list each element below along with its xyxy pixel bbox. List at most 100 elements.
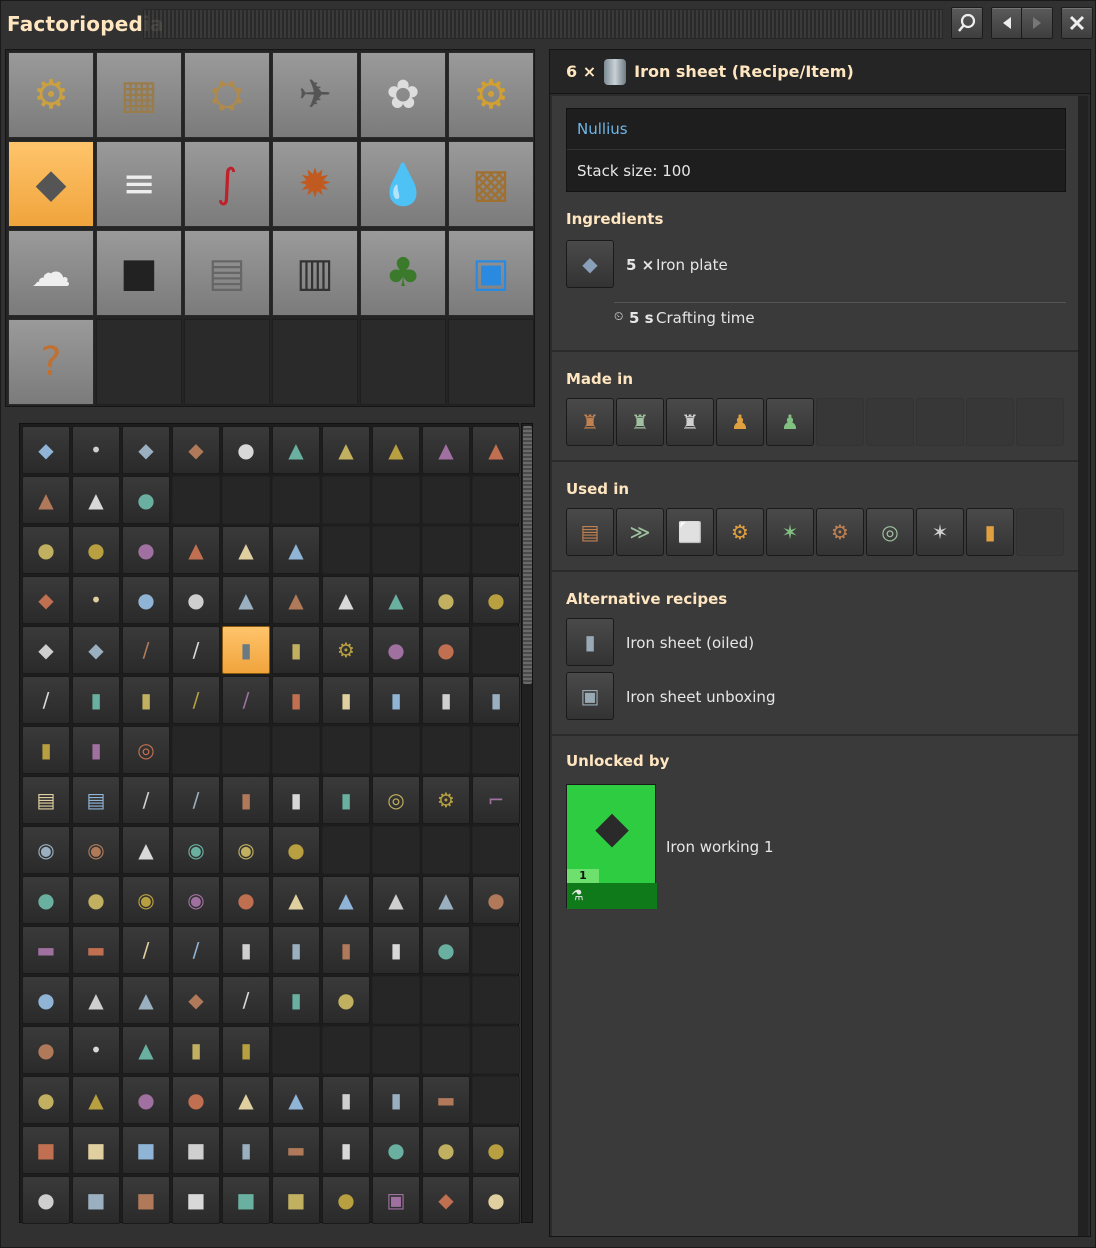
item-grid-scrollbar[interactable] bbox=[521, 423, 533, 1223]
item-slot[interactable]: ◆ bbox=[422, 1176, 470, 1224]
item-slot[interactable]: ● bbox=[122, 476, 170, 524]
item-slot[interactable]: ● bbox=[122, 576, 170, 624]
item-slot[interactable]: ● bbox=[72, 526, 120, 574]
category-tab-8[interactable]: ≡ bbox=[96, 141, 182, 227]
recipe-slot[interactable]: ⚙ bbox=[716, 508, 764, 556]
category-tab-11[interactable]: 💧 bbox=[360, 141, 446, 227]
item-slot[interactable]: ■ bbox=[122, 1126, 170, 1174]
back-button[interactable] bbox=[991, 7, 1023, 39]
item-slot[interactable]: ▮ bbox=[222, 626, 270, 674]
item-slot[interactable]: ● bbox=[472, 1176, 520, 1224]
recipe-slot[interactable]: ⚙ bbox=[816, 508, 864, 556]
item-slot[interactable]: ◎ bbox=[372, 776, 420, 824]
machine-slot[interactable]: ♜ bbox=[616, 398, 664, 446]
item-slot[interactable]: ▮ bbox=[322, 926, 370, 974]
item-slot[interactable]: ● bbox=[372, 626, 420, 674]
category-tab-4[interactable]: ✈ bbox=[272, 52, 358, 138]
item-slot[interactable]: ▮ bbox=[22, 726, 70, 774]
item-slot[interactable]: ▲ bbox=[122, 976, 170, 1024]
item-slot[interactable]: ■ bbox=[72, 1176, 120, 1224]
item-slot[interactable]: / bbox=[172, 626, 220, 674]
item-slot[interactable]: ▲ bbox=[322, 876, 370, 924]
recipe-slot[interactable]: ◎ bbox=[866, 508, 914, 556]
category-tab-3[interactable]: ⛭ bbox=[184, 52, 270, 138]
item-slot[interactable]: ● bbox=[172, 1076, 220, 1124]
item-slot[interactable]: ▤ bbox=[22, 776, 70, 824]
item-slot[interactable]: • bbox=[72, 426, 120, 474]
item-slot[interactable]: ▲ bbox=[172, 526, 220, 574]
item-slot[interactable]: ▮ bbox=[422, 676, 470, 724]
item-slot[interactable]: ● bbox=[22, 1076, 70, 1124]
item-slot[interactable]: ● bbox=[22, 976, 70, 1024]
item-slot[interactable]: ◉ bbox=[222, 826, 270, 874]
technology-card[interactable]: ◆ 1 ⚗ bbox=[566, 784, 657, 909]
item-slot[interactable]: / bbox=[122, 626, 170, 674]
item-slot[interactable]: / bbox=[222, 976, 270, 1024]
item-slot[interactable]: ▲ bbox=[322, 426, 370, 474]
item-slot[interactable]: / bbox=[172, 776, 220, 824]
item-slot[interactable]: ▲ bbox=[422, 876, 470, 924]
category-tab-16[interactable]: ▥ bbox=[272, 230, 358, 316]
item-slot[interactable]: • bbox=[72, 576, 120, 624]
item-slot[interactable]: ● bbox=[322, 976, 370, 1024]
item-slot[interactable]: ▲ bbox=[372, 876, 420, 924]
item-slot[interactable]: ● bbox=[272, 826, 320, 874]
item-slot[interactable]: / bbox=[22, 676, 70, 724]
item-slot[interactable]: ● bbox=[422, 576, 470, 624]
item-slot[interactable]: ◆ bbox=[72, 626, 120, 674]
item-slot[interactable]: ▬ bbox=[272, 1126, 320, 1174]
alt-recipe-oiled-slot[interactable]: ▮ bbox=[566, 618, 614, 666]
item-slot[interactable]: ▬ bbox=[72, 926, 120, 974]
item-slot[interactable]: ▮ bbox=[322, 1126, 370, 1174]
item-slot[interactable]: • bbox=[72, 1026, 120, 1074]
item-slot[interactable]: ■ bbox=[172, 1176, 220, 1224]
item-slot[interactable]: ⚙ bbox=[322, 626, 370, 674]
item-slot[interactable]: ◉ bbox=[22, 826, 70, 874]
item-slot[interactable]: ■ bbox=[22, 1126, 70, 1174]
tech-name[interactable]: Iron working 1 bbox=[666, 838, 774, 856]
item-slot[interactable]: ▮ bbox=[222, 1026, 270, 1074]
detail-scrollbar[interactable] bbox=[1078, 96, 1088, 1236]
item-slot[interactable]: ▲ bbox=[272, 526, 320, 574]
item-slot[interactable]: ⌐ bbox=[472, 776, 520, 824]
recipe-slot[interactable]: ⬜ bbox=[666, 508, 714, 556]
item-slot[interactable]: ▲ bbox=[22, 476, 70, 524]
item-slot[interactable]: ◆ bbox=[172, 426, 220, 474]
category-tab-18[interactable]: ▣ bbox=[448, 230, 534, 316]
item-slot[interactable]: ▮ bbox=[472, 676, 520, 724]
forward-button[interactable] bbox=[1021, 7, 1053, 39]
mod-name[interactable]: Nullius bbox=[567, 109, 1065, 150]
item-slot[interactable]: ▲ bbox=[122, 826, 170, 874]
item-slot[interactable]: ▮ bbox=[372, 926, 420, 974]
item-slot[interactable]: / bbox=[172, 676, 220, 724]
item-slot[interactable]: ◉ bbox=[172, 826, 220, 874]
item-slot[interactable]: ● bbox=[122, 1076, 170, 1124]
item-slot[interactable]: ● bbox=[472, 876, 520, 924]
category-tab-13[interactable]: ☁ bbox=[8, 230, 94, 316]
item-slot[interactable]: ▮ bbox=[272, 776, 320, 824]
item-slot[interactable]: ◆ bbox=[22, 576, 70, 624]
item-slot[interactable]: ● bbox=[322, 1176, 370, 1224]
item-slot[interactable]: ▲ bbox=[272, 876, 320, 924]
item-slot[interactable]: ▮ bbox=[272, 976, 320, 1024]
category-tab-5[interactable]: ✿ bbox=[360, 52, 446, 138]
item-slot[interactable]: / bbox=[172, 926, 220, 974]
item-slot[interactable]: ▮ bbox=[172, 1026, 220, 1074]
category-tab-10[interactable]: ✹ bbox=[272, 141, 358, 227]
item-slot[interactable]: ▲ bbox=[222, 576, 270, 624]
category-tab-12[interactable]: ▩ bbox=[448, 141, 534, 227]
item-slot[interactable]: ■ bbox=[172, 1126, 220, 1174]
item-slot[interactable]: ▮ bbox=[372, 676, 420, 724]
item-slot[interactable]: ▮ bbox=[322, 1076, 370, 1124]
category-tab-6[interactable]: ⚙ bbox=[448, 52, 534, 138]
recipe-slot[interactable]: ▮ bbox=[966, 508, 1014, 556]
item-slot[interactable]: / bbox=[222, 676, 270, 724]
item-slot[interactable]: / bbox=[122, 926, 170, 974]
item-slot[interactable]: ▮ bbox=[222, 776, 270, 824]
item-slot[interactable]: ● bbox=[422, 926, 470, 974]
item-slot[interactable]: ▲ bbox=[272, 1076, 320, 1124]
recipe-slot[interactable]: ✶ bbox=[766, 508, 814, 556]
item-slot[interactable]: ● bbox=[72, 876, 120, 924]
item-slot[interactable]: ▲ bbox=[272, 576, 320, 624]
item-slot[interactable]: ▲ bbox=[472, 426, 520, 474]
